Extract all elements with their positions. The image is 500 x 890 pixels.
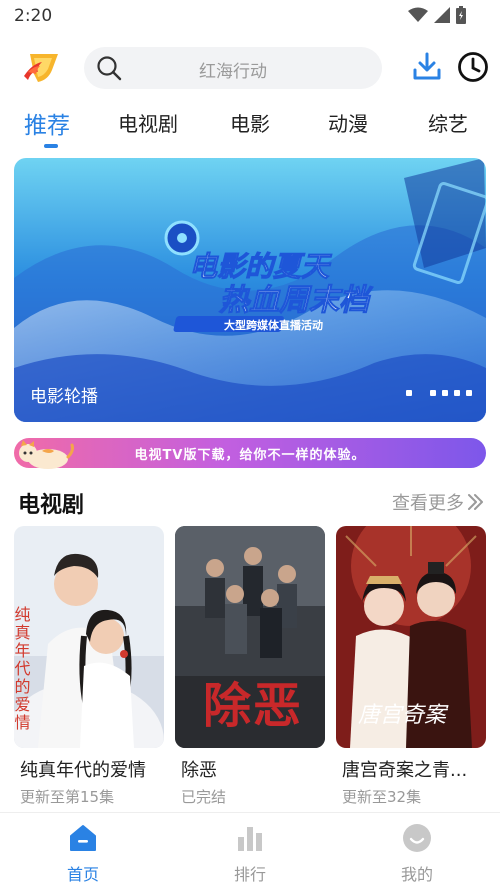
status-icons <box>408 6 466 24</box>
wifi-icon <box>408 7 428 22</box>
home-icon <box>70 825 96 851</box>
drama-card[interactable]: 除恶 除恶 已完结 <box>175 526 325 806</box>
search-placeholder: 红海行动 <box>199 62 267 82</box>
drama-episode-status: 已完结 <box>181 788 227 806</box>
status-time: 2:20 <box>14 6 53 26</box>
see-more-link[interactable]: 查看更多 <box>392 489 484 515</box>
cellular-signal-icon <box>434 7 450 23</box>
tv-download-promo[interactable]: 电视TV版下载，给你不一样的体验。 <box>14 438 486 469</box>
bottom-navigation: 首页 排行 我的 <box>0 812 500 890</box>
active-tab-indicator <box>44 144 58 148</box>
poster-title-text: 唐宫奇案 <box>358 702 449 727</box>
promo-text: 电视TV版下载，给你不一样的体验。 <box>134 448 366 463</box>
nav-profile-label: 我的 <box>400 865 433 884</box>
banner-carousel[interactable]: 电影的夏天 热血周末档 大型跨媒体直播活动 电影轮播 <box>14 158 486 422</box>
drama-poster: 除恶 <box>175 526 325 748</box>
drama-poster: 唐宫奇案 <box>336 526 486 748</box>
drama-poster: 纯真年代的爱情 <box>14 526 164 748</box>
section-title: 电视剧 <box>18 493 85 518</box>
battery-icon <box>456 6 466 24</box>
carousel-dot <box>430 390 436 396</box>
tab-recommend[interactable]: 推荐 <box>24 106 70 140</box>
see-more-label: 查看更多 <box>392 493 464 514</box>
status-bar: 2:20 <box>0 0 500 34</box>
tab-movies[interactable]: 电影 <box>230 108 270 137</box>
double-chevron-right-icon <box>468 494 483 510</box>
ranking-chart-icon <box>238 827 262 851</box>
poster-title-text: 纯真年代的爱情 <box>14 606 31 732</box>
drama-title: 唐宫奇案之青... <box>342 760 468 781</box>
profile-face-icon <box>403 824 431 852</box>
carousel-dot <box>406 390 412 396</box>
app-bar: 红海行动 <box>0 40 500 98</box>
app-logo-icon[interactable] <box>22 50 62 86</box>
nav-home-label: 首页 <box>66 865 99 884</box>
banner-label: 电影轮播 <box>30 387 98 407</box>
drama-title: 纯真年代的爱情 <box>20 760 146 781</box>
nav-home[interactable]: 首页 <box>43 823 123 885</box>
tab-anime[interactable]: 动漫 <box>328 108 368 137</box>
nav-ranking[interactable]: 排行 <box>210 823 290 885</box>
nav-profile[interactable]: 我的 <box>377 823 457 885</box>
banner-subheadline: 大型跨媒体直播活动 <box>224 318 323 332</box>
poster-title-text: 除恶 <box>203 680 303 733</box>
carousel-dot <box>442 390 448 396</box>
drama-card[interactable]: 纯真年代的爱情 纯真年代的爱情 更新至第15集 <box>14 526 164 806</box>
carousel-dot <box>466 390 472 396</box>
drama-episode-status: 更新至第15集 <box>20 788 115 806</box>
category-tabs: 推荐 电视剧 电影 动漫 综艺 <box>0 104 500 148</box>
banner-headline-2: 热血周末档 <box>218 284 374 317</box>
carousel-dot <box>454 390 460 396</box>
drama-episode-status: 更新至32集 <box>342 788 422 806</box>
tab-variety[interactable]: 综艺 <box>428 108 468 137</box>
carousel-indicator <box>406 390 472 396</box>
nav-ranking-label: 排行 <box>233 865 266 884</box>
drama-card[interactable]: 唐宫奇案 唐宫奇案之青... 更新至32集 <box>336 526 486 806</box>
drama-title: 除恶 <box>181 760 217 781</box>
search-bar[interactable]: 红海行动 <box>84 47 382 89</box>
history-clock-icon[interactable] <box>457 51 489 83</box>
tab-tv-series[interactable]: 电视剧 <box>118 108 178 137</box>
banner-headline-1: 电影的夏天 <box>189 251 332 282</box>
download-icon[interactable] <box>412 51 442 81</box>
